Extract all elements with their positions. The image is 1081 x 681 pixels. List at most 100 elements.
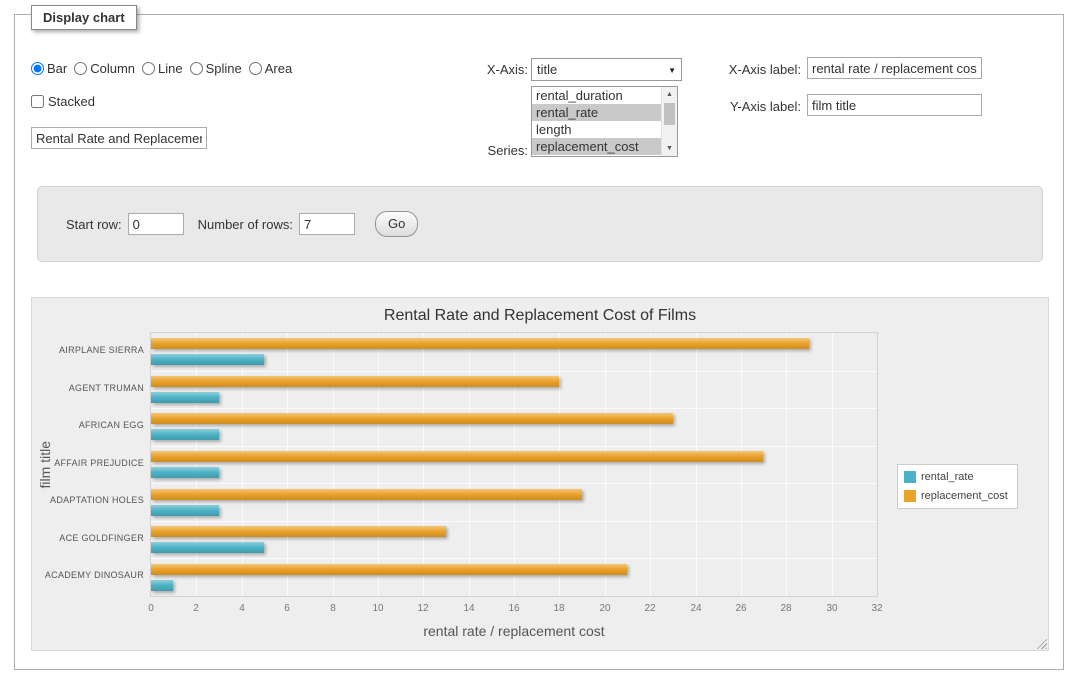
chart-type-option-bar[interactable]: Bar <box>31 61 67 76</box>
x-tick-label: 24 <box>676 603 716 614</box>
rows-panel: Start row: Number of rows: Go <box>37 186 1043 262</box>
start-row-input[interactable] <box>128 213 184 235</box>
x-tick-label: 28 <box>766 603 806 614</box>
x-tick-label: 6 <box>267 603 307 614</box>
gridline-vertical <box>650 333 651 596</box>
chart-title-input[interactable] <box>31 127 207 149</box>
chart-type-label-spline: Spline <box>206 61 242 76</box>
gridline-vertical <box>196 333 197 596</box>
chart-bar-rental_rate <box>151 429 219 440</box>
chart-resize-handle[interactable] <box>1034 636 1047 649</box>
chart-type-radio-bar[interactable] <box>31 62 44 75</box>
chart-bar-rental_rate <box>151 580 173 591</box>
chart-type-radio-line[interactable] <box>142 62 155 75</box>
chart-type-radio-column[interactable] <box>74 62 87 75</box>
x-tick-label: 8 <box>313 603 353 614</box>
y-axis-label-input[interactable] <box>807 94 982 116</box>
x-tick-label: 16 <box>494 603 534 614</box>
series-option-length[interactable]: length <box>532 121 677 138</box>
chart-bar-replacement_cost <box>151 526 446 537</box>
x-tick-label: 18 <box>539 603 579 614</box>
chart-bar-rental_rate <box>151 542 264 553</box>
x-axis-selected-value: title <box>537 62 557 77</box>
x-tick-label: 20 <box>585 603 625 614</box>
num-rows-input[interactable] <box>299 213 355 235</box>
gridline-horizontal <box>151 408 877 409</box>
chart-type-label-line: Line <box>158 61 183 76</box>
series-listbox[interactable]: rental_duration rental_rate length repla… <box>531 86 678 157</box>
chart-bar-replacement_cost <box>151 338 809 349</box>
chart-type-label-column: Column <box>90 61 135 76</box>
chart-bar-replacement_cost <box>151 564 627 575</box>
chart-type-option-column[interactable]: Column <box>74 61 135 76</box>
chart-type-label-bar: Bar <box>47 61 67 76</box>
gridline-vertical <box>423 333 424 596</box>
series-select-label: Series: <box>448 143 528 158</box>
gridline-vertical <box>696 333 697 596</box>
chart-bar-replacement_cost <box>151 413 673 424</box>
chart-bar-replacement_cost <box>151 376 559 387</box>
legend-item: replacement_cost <box>904 490 1008 502</box>
chart-type-option-area[interactable]: Area <box>249 61 292 76</box>
chart-type-option-line[interactable]: Line <box>142 61 183 76</box>
go-button[interactable]: Go <box>375 211 418 237</box>
gridline-vertical <box>378 333 379 596</box>
gridline-vertical <box>333 333 334 596</box>
chart-type-option-spline[interactable]: Spline <box>190 61 242 76</box>
chart-type-label-area: Area <box>265 61 292 76</box>
category-label: AIRPLANE SIERRA <box>32 332 144 370</box>
x-tick-label: 30 <box>812 603 852 614</box>
x-axis-label-caption: X-Axis label: <box>665 62 801 77</box>
stacked-checkbox[interactable] <box>31 95 44 108</box>
start-row-label: Start row: <box>66 217 122 232</box>
x-axis-title: rental rate / replacement cost <box>150 623 878 639</box>
gridline-vertical <box>514 333 515 596</box>
gridline-horizontal <box>151 521 877 522</box>
gridline-vertical <box>559 333 560 596</box>
category-label: AFFAIR PREJUDICE <box>32 445 144 483</box>
gridline-vertical <box>242 333 243 596</box>
panel-legend: Display chart <box>31 5 137 30</box>
gridline-vertical <box>605 333 606 596</box>
gridline-vertical <box>741 333 742 596</box>
legend-swatch <box>904 471 916 483</box>
x-tick-label: 26 <box>721 603 761 614</box>
gridline-vertical <box>786 333 787 596</box>
panel-legend-label: Display chart <box>43 10 125 25</box>
listbox-scrollbar[interactable]: ▲ ▼ <box>661 87 677 156</box>
series-option-rental-rate[interactable]: rental_rate <box>532 104 677 121</box>
series-option-rental-duration[interactable]: rental_duration <box>532 87 677 104</box>
series-option-replacement-cost[interactable]: replacement_cost <box>532 138 677 155</box>
x-axis-select[interactable]: title ▼ <box>531 58 682 81</box>
gridline-horizontal <box>151 446 877 447</box>
x-axis-select-label: X-Axis: <box>448 62 528 77</box>
category-label: ACE GOLDFINGER <box>32 520 144 558</box>
legend-label: rental_rate <box>921 471 974 483</box>
display-chart-panel: Display chart Bar Column Line Spline Are… <box>14 14 1064 670</box>
category-label: ACADEMY DINOSAUR <box>32 557 144 595</box>
x-tick-label: 4 <box>222 603 262 614</box>
chart-bar-rental_rate <box>151 354 264 365</box>
x-tick-label: 0 <box>131 603 171 614</box>
x-tick-label: 12 <box>403 603 443 614</box>
chart-bar-rental_rate <box>151 505 219 516</box>
chart-bar-rental_rate <box>151 467 219 478</box>
gridline-vertical <box>832 333 833 596</box>
gridline-horizontal <box>151 483 877 484</box>
x-axis-label-input[interactable] <box>807 57 982 79</box>
legend-swatch <box>904 490 916 502</box>
chart-bar-replacement_cost <box>151 489 582 500</box>
x-tick-label: 32 <box>857 603 897 614</box>
chart: Rental Rate and Replacement Cost of Film… <box>31 297 1049 651</box>
scroll-down-icon[interactable]: ▼ <box>662 141 677 156</box>
category-label: AGENT TRUMAN <box>32 370 144 408</box>
gridline-horizontal <box>151 371 877 372</box>
stacked-label: Stacked <box>48 94 95 109</box>
chart-type-radio-area[interactable] <box>249 62 262 75</box>
plot-area <box>150 332 878 597</box>
stacked-option[interactable]: Stacked <box>31 94 95 109</box>
legend-item: rental_rate <box>904 471 1008 483</box>
chart-type-group: Bar Column Line Spline Area <box>31 61 299 76</box>
chart-type-radio-spline[interactable] <box>190 62 203 75</box>
category-label: ADAPTATION HOLES <box>32 482 144 520</box>
